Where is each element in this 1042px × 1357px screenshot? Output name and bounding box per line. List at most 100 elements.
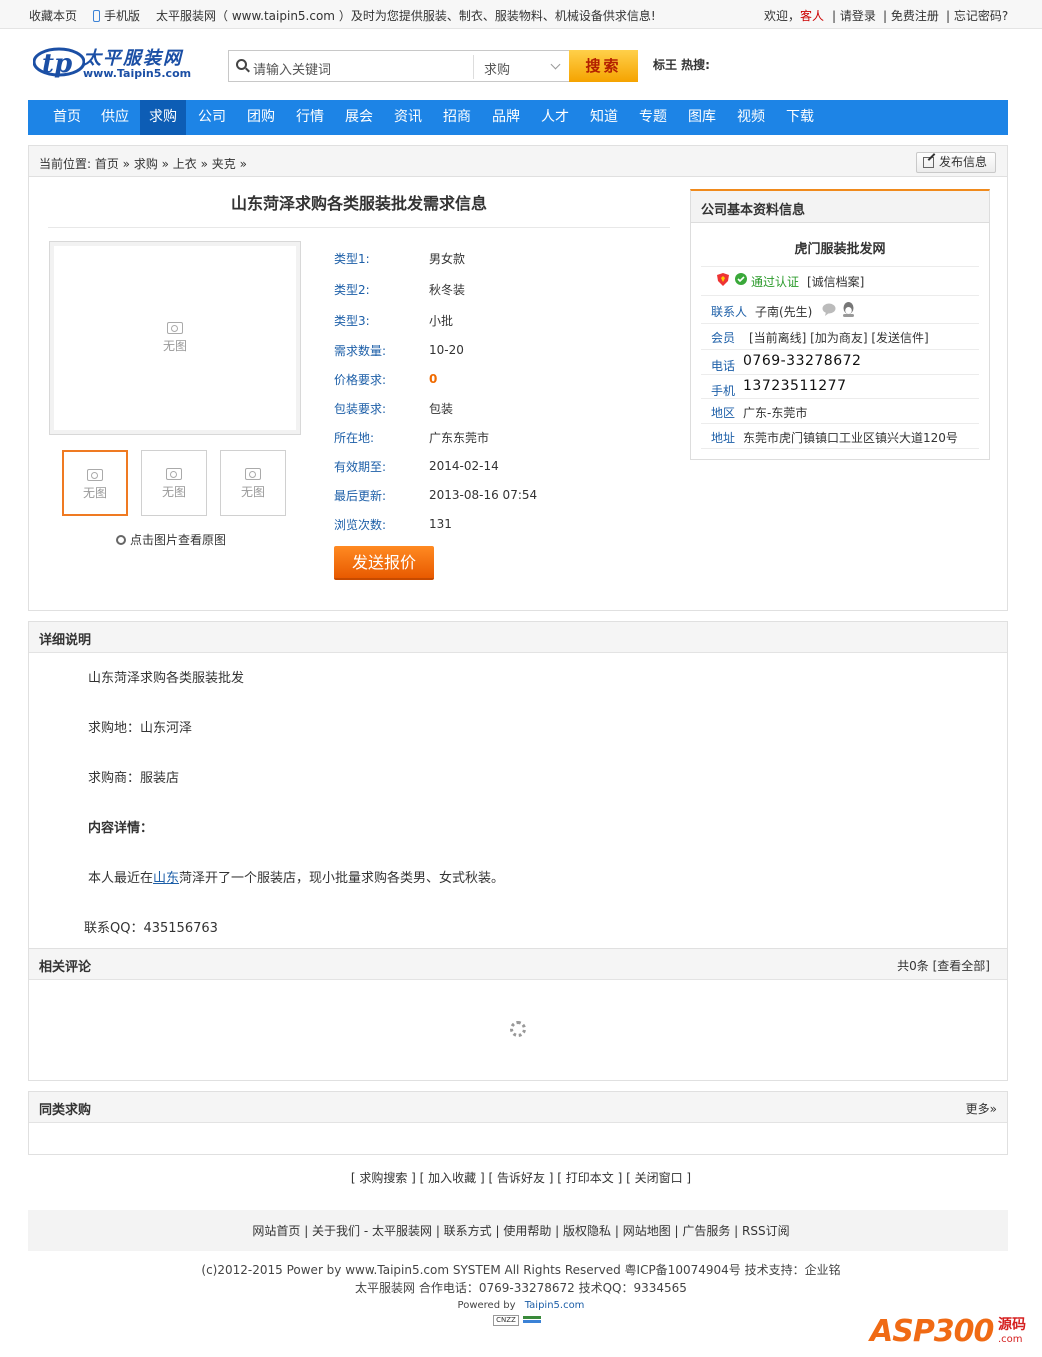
page-title: 山东菏泽求购各类服装批发需求信息 bbox=[230, 194, 487, 213]
register-link[interactable]: | 免费注册 bbox=[883, 7, 939, 24]
company-name[interactable]: 虎门服装批发网 bbox=[701, 235, 979, 267]
similar-title: 同类求购 bbox=[39, 1103, 92, 1118]
detail-line: 求购地：山东河泽 bbox=[88, 721, 193, 736]
nav-item-expo[interactable]: 展会 bbox=[336, 100, 382, 135]
comments-view-all[interactable]: 共0条 [查看全部] bbox=[897, 957, 990, 974]
asp300-watermark-logo: ASP300 源码 .com bbox=[870, 1314, 1026, 1349]
edit-icon bbox=[923, 157, 934, 168]
similar-section: 同类求购 更多» bbox=[28, 1091, 1008, 1155]
thumbnail-1[interactable]: 无图 bbox=[62, 450, 128, 516]
camera-icon bbox=[87, 469, 103, 481]
page-tools[interactable]: [ 求购搜索 ] [ 加入收藏 ] [ 告诉好友 ] [ 打印本文 ] [ 关闭… bbox=[0, 1169, 1042, 1186]
address-value: 东莞市虎门镇镇口工业区镇兴大道120号 bbox=[743, 431, 958, 445]
search-type-select[interactable]: 求购 bbox=[473, 55, 569, 79]
spec-value: 秋冬装 bbox=[429, 283, 466, 297]
no-image-label: 无图 bbox=[161, 485, 186, 499]
detail-line: 本人最近在山东菏泽开了一个服装店，现小批量求购各类男、女式秋装。 bbox=[88, 871, 505, 886]
spec-value: 包装 bbox=[429, 402, 454, 416]
tp-logo-icon: tp bbox=[33, 47, 85, 79]
phone-value: 0769-33278672 bbox=[743, 353, 862, 369]
more-link[interactable]: 更多» bbox=[966, 1100, 997, 1117]
spec-label: 价格要求: bbox=[334, 373, 387, 387]
copyright: (c)2012-2015 Power by www.Taipin5.com SY… bbox=[201, 1263, 841, 1277]
spec-label: 类型1: bbox=[334, 252, 370, 266]
spec-value: 10-20 bbox=[429, 343, 464, 357]
mobile-phone-icon bbox=[93, 10, 100, 22]
nav-item-supply[interactable]: 供应 bbox=[92, 100, 138, 135]
spec-label: 浏览次数: bbox=[334, 518, 387, 532]
nav-item-talent[interactable]: 人才 bbox=[532, 100, 578, 135]
nav-item-download[interactable]: 下载 bbox=[777, 100, 823, 135]
nav-item-buy[interactable]: 求购 bbox=[140, 100, 186, 135]
credit-link[interactable]: [诚信档案] bbox=[807, 273, 864, 290]
spec-label: 需求数量: bbox=[334, 344, 387, 358]
verified-text[interactable]: 通过认证 bbox=[751, 273, 799, 290]
comments-section: 相关评论 共0条 [查看全部] bbox=[28, 948, 1008, 1081]
thumbnail-3[interactable]: 无图 bbox=[220, 450, 286, 516]
similar-header: 同类求购 更多» bbox=[29, 1092, 1007, 1123]
detail-title: 详细说明 bbox=[39, 633, 92, 648]
nav-item-groupbuy[interactable]: 团购 bbox=[238, 100, 284, 135]
contact-value: 子南(先生) bbox=[755, 305, 813, 319]
phone-label: 电话 bbox=[711, 359, 736, 373]
send-quote-button[interactable]: 发送报价 bbox=[334, 546, 434, 580]
nav-item-invest[interactable]: 招商 bbox=[434, 100, 480, 135]
nav-item-gallery[interactable]: 图库 bbox=[679, 100, 725, 135]
breadcrumb-path[interactable]: 当前位置: 首页 » 求购 » 上衣 » 夹克 » bbox=[39, 155, 247, 172]
nav-item-brand[interactable]: 品牌 bbox=[483, 100, 529, 135]
spec-value: 广东东莞市 bbox=[429, 431, 490, 445]
zoom-hint[interactable]: 点击图片查看原图 bbox=[116, 531, 226, 548]
nav-item-news[interactable]: 资讯 bbox=[385, 100, 431, 135]
region-label: 地区 bbox=[711, 406, 736, 420]
spec-value: 2014-02-14 bbox=[429, 459, 499, 473]
spec-label: 类型2: bbox=[334, 283, 370, 297]
keyword-link[interactable]: 山东 bbox=[153, 871, 179, 886]
member-label: 会员 bbox=[711, 331, 736, 345]
publish-button[interactable]: 发布信息 bbox=[916, 152, 996, 173]
main-image[interactable]: 无图 bbox=[49, 241, 301, 435]
magnifier-icon bbox=[116, 535, 126, 545]
contact-label: 联系人 bbox=[711, 305, 748, 319]
detail-line: 求购商：服装店 bbox=[88, 771, 180, 786]
member-links[interactable]: [当前离线] [加为商友] [发送信件] bbox=[749, 329, 929, 346]
search-box: 请输入关键词 求购 搜索 bbox=[228, 50, 638, 82]
search-input[interactable]: 请输入关键词 bbox=[253, 59, 331, 78]
main-nav: 首页 供应 求购 公司 团购 行情 展会 资讯 招商 品牌 人才 知道 专题 图… bbox=[28, 100, 1008, 135]
welcome-text: 欢迎，客人 bbox=[764, 9, 825, 23]
camera-icon bbox=[166, 468, 182, 480]
no-image-label: 无图 bbox=[162, 339, 187, 353]
breadcrumb: 当前位置: 首页 » 求购 » 上衣 » 夹克 » 发布信息 bbox=[28, 145, 1008, 177]
company-panel-header: 公司基本资料信息 bbox=[691, 191, 989, 223]
qq-icon[interactable] bbox=[842, 302, 855, 317]
favorite-link[interactable]: 收藏本页 bbox=[29, 7, 77, 24]
spec-label: 所在地: bbox=[334, 431, 375, 445]
site-intro: 太平服装网（ www.taipin5.com ）及时为您提供服装、制衣、服装物料… bbox=[156, 9, 656, 23]
nav-item-company[interactable]: 公司 bbox=[189, 100, 235, 135]
spec-value: 2013-08-16 07:54 bbox=[429, 488, 538, 502]
nav-item-market[interactable]: 行情 bbox=[287, 100, 333, 135]
thumbnail-2[interactable]: 无图 bbox=[141, 450, 207, 516]
search-button[interactable]: 搜索 bbox=[569, 50, 638, 82]
spec-value: 小批 bbox=[429, 314, 454, 328]
address-label: 地址 bbox=[711, 431, 736, 445]
mobile-link[interactable]: 手机版 bbox=[93, 7, 140, 24]
nav-item-topic[interactable]: 专题 bbox=[630, 100, 676, 135]
chat-icon[interactable] bbox=[822, 303, 836, 316]
site-logo[interactable]: tp 太平服装网 www.Taipin5.com bbox=[33, 40, 208, 86]
detail-header: 详细说明 bbox=[29, 622, 1007, 653]
login-link[interactable]: | 请登录 bbox=[832, 7, 876, 24]
price-value: 0 bbox=[429, 372, 438, 386]
loading-spinner-icon bbox=[510, 1021, 526, 1037]
forgot-password-link[interactable]: | 忘记密码? bbox=[946, 7, 1008, 24]
nav-item-home[interactable]: 首页 bbox=[44, 100, 90, 135]
cnzz-badge[interactable]: CNZZ bbox=[493, 1315, 543, 1326]
detail-qq: 联系QQ：435156763 bbox=[84, 921, 218, 936]
company-panel-title: 公司基本资料信息 bbox=[701, 203, 806, 218]
detail-line: 内容详情： bbox=[88, 821, 154, 836]
nav-item-video[interactable]: 视频 bbox=[728, 100, 774, 135]
footer-links[interactable]: 网站首页 | 关于我们 - 太平服装网 | 联系方式 | 使用帮助 | 版权隐私… bbox=[0, 1222, 1042, 1239]
mobile-row: 手机 13723511277 bbox=[701, 375, 979, 399]
nav-item-know[interactable]: 知道 bbox=[581, 100, 627, 135]
powered-link[interactable]: Taipin5.com bbox=[525, 1300, 585, 1311]
shield-icon bbox=[717, 273, 729, 286]
